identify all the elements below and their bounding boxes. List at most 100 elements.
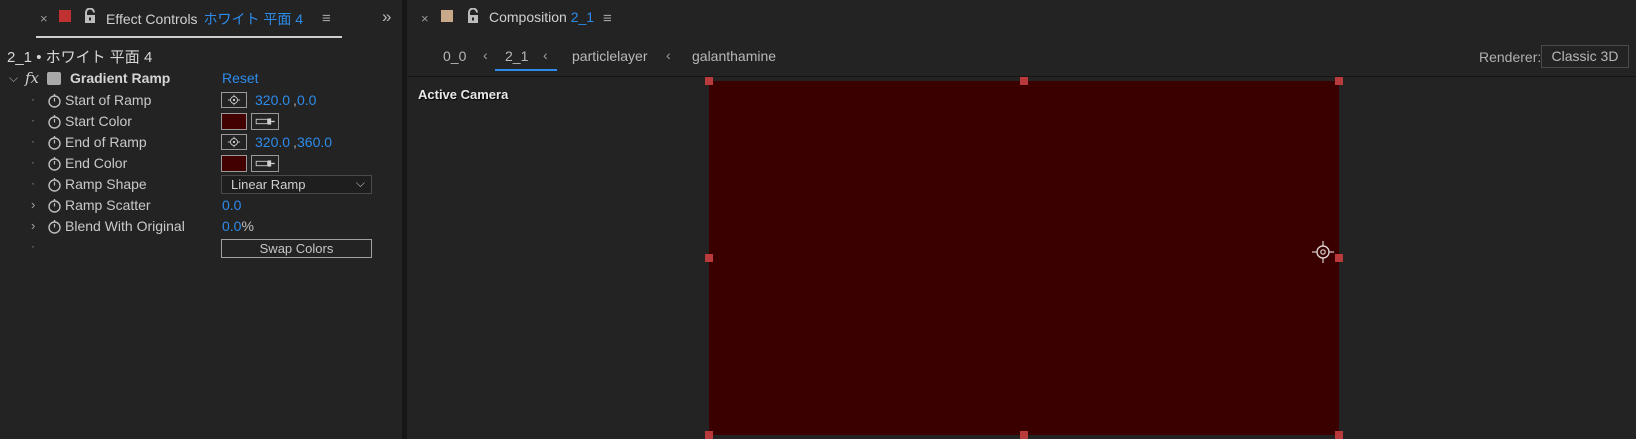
- property-label: Ramp Shape: [65, 176, 147, 192]
- active-tab-indicator: [36, 36, 342, 38]
- close-tab-button[interactable]: ×: [40, 11, 48, 26]
- transform-handle[interactable]: [705, 431, 713, 439]
- property-label: Start of Ramp: [65, 92, 152, 108]
- transform-handle[interactable]: [1335, 431, 1343, 439]
- active-breadcrumb-indicator: [495, 69, 557, 71]
- blend-value[interactable]: 0.0: [222, 218, 241, 234]
- tab-title-text: Composition: [489, 9, 567, 25]
- ramp-scatter-value[interactable]: 0.0: [222, 197, 241, 213]
- tab-layer-name: ホワイト 平面 4: [203, 11, 304, 27]
- start-x-value[interactable]: 320.0: [255, 92, 290, 108]
- twirl-placeholder: ·: [31, 113, 35, 127]
- property-label: Blend With Original: [65, 218, 185, 234]
- property-label: End Color: [65, 155, 128, 171]
- stopwatch-icon[interactable]: [47, 219, 62, 234]
- property-ramp-shape: · Ramp Shape Linear Ramp ⌵: [0, 174, 380, 195]
- stopwatch-icon[interactable]: [47, 135, 62, 150]
- effect-controls-panel: × Effect Controls ホワイト 平面 4 ≡ » 2_1 • ホワ…: [0, 0, 402, 439]
- transform-handle[interactable]: [1020, 77, 1028, 85]
- property-label: Start Color: [65, 113, 132, 129]
- stopwatch-icon[interactable]: [47, 177, 62, 192]
- swap-colors-button[interactable]: Swap Colors: [221, 239, 372, 258]
- chevron-down-icon: ⌵: [355, 176, 365, 190]
- stopwatch-icon[interactable]: [47, 114, 62, 129]
- breadcrumb-item-active[interactable]: 2_1: [505, 48, 528, 64]
- blend-value-group: 0.0%: [222, 218, 254, 234]
- transform-handle[interactable]: [1020, 431, 1028, 439]
- property-label: Ramp Scatter: [65, 197, 151, 213]
- composition-navigator: 0_0 ‹ 2_1 ‹ particlelayer ‹ galanthamine…: [407, 38, 1636, 76]
- breadcrumb-item[interactable]: 0_0: [443, 48, 466, 64]
- chevron-left-icon: ‹: [543, 47, 548, 63]
- tab-title: Effect Controls ホワイト 平面 4: [106, 9, 303, 29]
- layer-header-comp: 2_1: [7, 49, 33, 66]
- twirl-placeholder: ·: [31, 239, 35, 253]
- effect-controls-tab[interactable]: × Effect Controls ホワイト 平面 4 ≡ »: [0, 0, 402, 40]
- point-target-button[interactable]: [221, 134, 247, 150]
- layer-header-bullet: •: [36, 49, 42, 66]
- chevron-left-icon: ‹: [483, 47, 488, 63]
- expand-chevron-icon[interactable]: ›: [31, 218, 35, 233]
- end-y-value[interactable]: 360.0: [297, 134, 332, 150]
- effect-name: Gradient Ramp: [70, 70, 171, 86]
- breadcrumb-item[interactable]: galanthamine: [692, 48, 776, 64]
- property-start-of-ramp: · Start of Ramp 320.0 , 0.0: [0, 90, 380, 111]
- transform-handle[interactable]: [1335, 254, 1343, 262]
- layer-header-layer: ホワイト 平面 4: [45, 49, 153, 66]
- ramp-shape-dropdown[interactable]: Linear Ramp ⌵: [221, 175, 372, 194]
- property-end-of-ramp: · End of Ramp 320.0 , 360.0: [0, 132, 380, 153]
- tab-title: Composition 2_1: [489, 9, 594, 25]
- collapse-chevron-icon[interactable]: ⌵: [9, 71, 18, 86]
- renderer-button[interactable]: Classic 3D: [1541, 45, 1629, 68]
- stopwatch-icon[interactable]: [47, 156, 62, 171]
- solid-layer-frame[interactable]: [705, 77, 1343, 439]
- property-end-color: · End Color: [0, 153, 380, 174]
- layer-header: 2_1 • ホワイト 平面 4: [7, 46, 152, 67]
- panel-menu-icon[interactable]: ≡: [603, 10, 612, 27]
- anchor-point-icon[interactable]: [1312, 241, 1334, 263]
- panel-menu-icon[interactable]: ≡: [322, 10, 331, 27]
- start-y-value[interactable]: 0.0: [297, 92, 316, 108]
- stopwatch-icon[interactable]: [47, 93, 62, 108]
- label-color-swatch[interactable]: [59, 10, 71, 22]
- reset-button[interactable]: Reset: [222, 70, 259, 86]
- lock-icon[interactable]: [466, 8, 480, 24]
- transform-handle[interactable]: [705, 77, 713, 85]
- twirl-placeholder: ·: [31, 176, 35, 190]
- composition-panel: × Composition 2_1 ≡ 0_0 ‹ 2_1 ‹ particle…: [407, 0, 1636, 439]
- label-color-swatch[interactable]: [441, 10, 453, 22]
- end-x-value[interactable]: 320.0: [255, 134, 290, 150]
- composition-tab[interactable]: × Composition 2_1 ≡: [407, 0, 1636, 38]
- property-swap-colors: · Swap Colors: [0, 237, 380, 258]
- dropdown-value: Linear Ramp: [231, 177, 306, 192]
- fx-toggle-icon[interactable]: fx: [25, 69, 39, 87]
- effect-header-gradient-ramp[interactable]: ⌵ fx Gradient Ramp Reset: [0, 69, 380, 90]
- property-ramp-scatter: › Ramp Scatter 0.0: [0, 195, 380, 216]
- expand-panels-icon[interactable]: »: [382, 7, 391, 27]
- effect-preset-icon: [47, 72, 61, 85]
- transform-handle[interactable]: [705, 254, 713, 262]
- tab-comp-name: 2_1: [570, 9, 595, 25]
- transform-handle[interactable]: [1335, 77, 1343, 85]
- effect-properties: ⌵ fx Gradient Ramp Reset · Start of Ramp…: [0, 69, 380, 258]
- start-color-swatch[interactable]: [221, 113, 247, 130]
- chevron-left-icon: ‹: [666, 47, 671, 63]
- point-target-button[interactable]: [221, 92, 247, 108]
- breadcrumb-item[interactable]: particlelayer: [572, 48, 647, 64]
- tab-title-text: Effect Controls: [106, 11, 198, 27]
- property-label: End of Ramp: [65, 134, 147, 150]
- expand-chevron-icon[interactable]: ›: [31, 197, 35, 212]
- eyedropper-icon[interactable]: [251, 155, 279, 172]
- twirl-placeholder: ·: [31, 134, 35, 148]
- blend-unit: %: [241, 218, 254, 234]
- renderer-label: Renderer:: [1479, 49, 1542, 65]
- end-color-swatch[interactable]: [221, 155, 247, 172]
- twirl-placeholder: ·: [31, 155, 35, 169]
- lock-icon[interactable]: [83, 8, 97, 24]
- stopwatch-icon[interactable]: [47, 198, 62, 213]
- composition-viewer[interactable]: Active Camera: [407, 76, 1636, 439]
- close-tab-button[interactable]: ×: [421, 11, 429, 26]
- twirl-placeholder: ·: [31, 92, 35, 106]
- eyedropper-icon[interactable]: [251, 113, 279, 130]
- property-blend-with-original: › Blend With Original 0.0%: [0, 216, 380, 237]
